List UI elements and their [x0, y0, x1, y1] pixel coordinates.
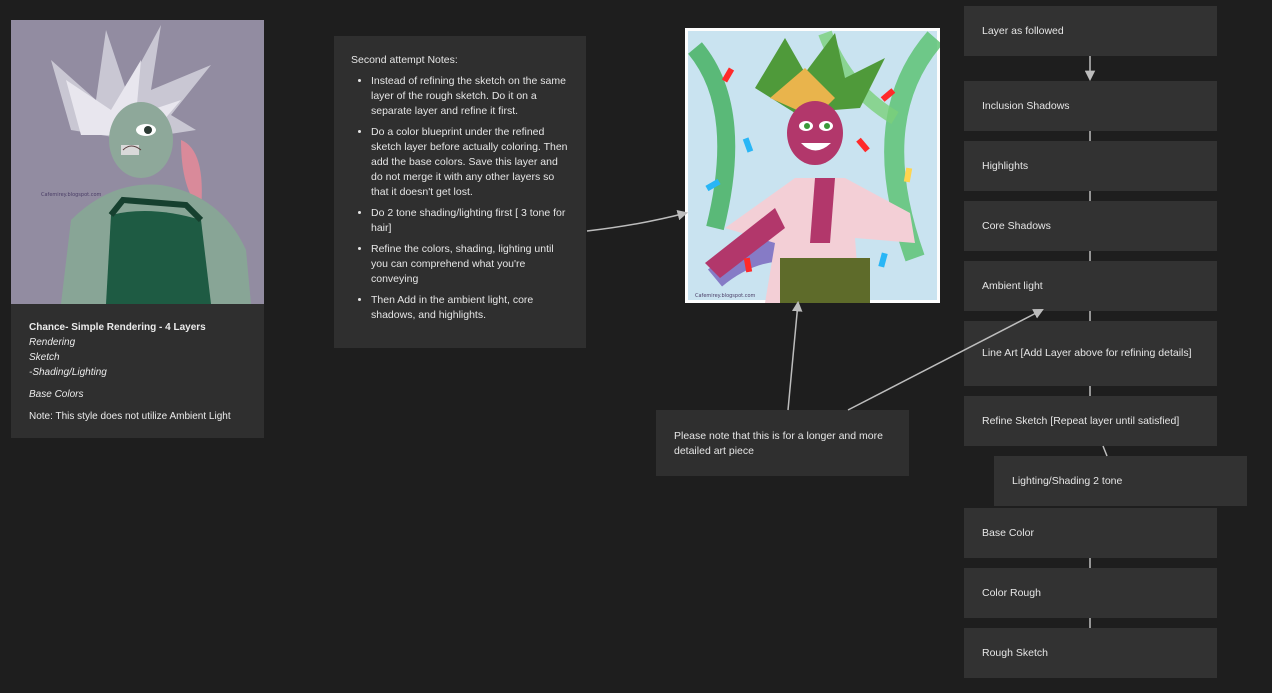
second-attempt-notes-card[interactable]: Second attempt Notes: Instead of refinin… [334, 36, 586, 348]
note2-text: Please note that this is for a longer an… [674, 430, 883, 457]
layer-card-refine-sketch[interactable]: Refine Sketch [Repeat layer until satisf… [964, 396, 1217, 446]
layer-card-rough-sketch[interactable]: Rough Sketch [964, 628, 1217, 678]
connector-line [1102, 445, 1108, 457]
caption-note: Note: This style does not utilize Ambien… [29, 411, 231, 422]
layer-label: Color Rough [982, 586, 1041, 599]
detailed-art-note-card[interactable]: Please note that this is for a longer an… [656, 410, 909, 476]
layer-label: Rough Sketch [982, 646, 1048, 659]
layer-label: Lighting/Shading 2 tone [1012, 474, 1123, 487]
layer-card-highlights[interactable]: Highlights [964, 141, 1217, 191]
left-art-card[interactable]: Cafemirey.blogspot.com Chance- Simple Re… [11, 20, 264, 438]
layer-card-base-color[interactable]: Base Color [964, 508, 1217, 558]
list-item: Refine the colors, shading, lighting unt… [371, 242, 570, 287]
art-credit: Cafemirey.blogspot.com [695, 293, 756, 299]
left-card-caption: Chance- Simple Rendering - 4 Layers Rend… [29, 320, 252, 424]
note-to-art-arrow [787, 300, 803, 411]
layer-header-card[interactable]: Layer as followed [964, 6, 1217, 56]
layer-card-core-shadows[interactable]: Core Shadows [964, 201, 1217, 251]
left-card-title: Chance- Simple Rendering - 4 Layers [29, 322, 206, 333]
layer-card-line-art[interactable]: Line Art [Add Layer above for refining d… [964, 321, 1217, 386]
notes-list: Instead of refining the sketch on the sa… [351, 74, 570, 323]
art-credit: Cafemirey.blogspot.com [41, 192, 102, 198]
layer-label: Line Art [Add Layer above for refining d… [982, 347, 1192, 359]
layer-card-inclusion-shadows[interactable]: Inclusion Shadows [964, 81, 1217, 131]
layer-header-label: Layer as followed [982, 24, 1064, 37]
layer-label: Ambient light [982, 279, 1043, 292]
notes-to-art-arrow [586, 210, 689, 232]
character-artwork-detailed[interactable]: Cafemirey.blogspot.com [685, 28, 940, 303]
layer-card-color-rough[interactable]: Color Rough [964, 568, 1217, 618]
layer-card-lighting-shading[interactable]: Lighting/Shading 2 tone [994, 456, 1247, 506]
layer-card-ambient-light[interactable]: Ambient light [964, 261, 1217, 311]
caption-item-rendering: Rendering [29, 337, 76, 348]
list-item: Do a color blueprint under the refined s… [371, 125, 570, 200]
list-item: Then Add in the ambient light, core shad… [371, 293, 570, 323]
caption-item-sketch: Sketch [29, 352, 60, 363]
layer-label: Base Color [982, 526, 1034, 539]
caption-item-base-colors: Base Colors [29, 389, 84, 400]
caption-item-shading: -Shading/Lighting [29, 367, 107, 378]
list-item: Do 2 tone shading/lighting first [ 3 ton… [371, 206, 570, 236]
layer-label: Inclusion Shadows [982, 99, 1070, 112]
list-item: Instead of refining the sketch on the sa… [371, 74, 570, 119]
character-artwork-chance: Cafemirey.blogspot.com [11, 20, 264, 304]
layer-label: Highlights [982, 159, 1029, 172]
layer-label: Refine Sketch [Repeat layer until satisf… [982, 414, 1180, 427]
notes-heading: Second attempt Notes: [351, 54, 458, 66]
layer-label: Core Shadows [982, 219, 1051, 232]
